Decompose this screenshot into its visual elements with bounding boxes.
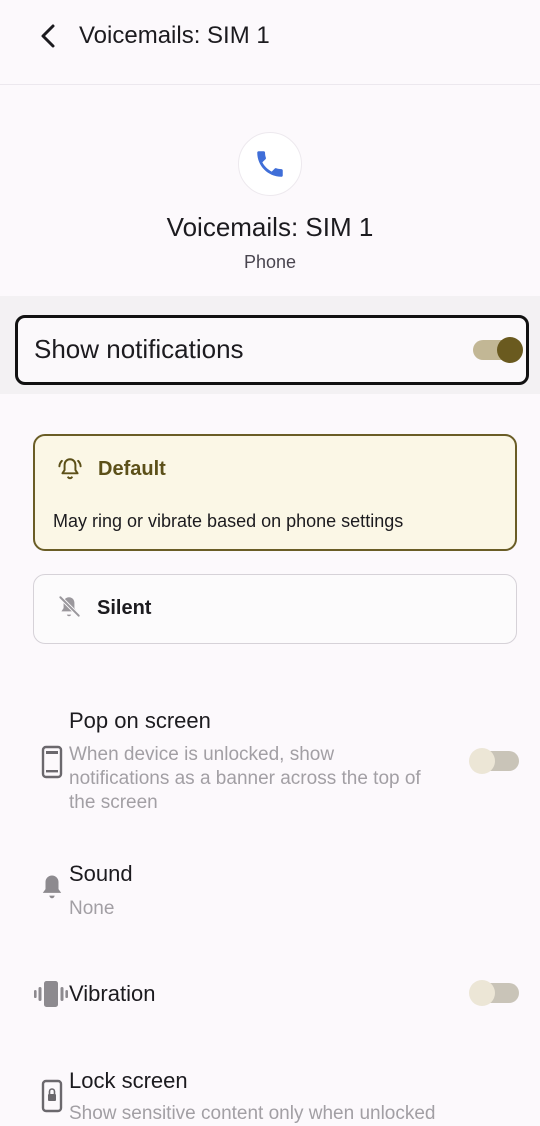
bell-off-icon xyxy=(58,595,81,618)
show-notifications-switch[interactable] xyxy=(473,337,523,363)
pop-on-screen-switch[interactable] xyxy=(469,748,519,774)
switch-thumb xyxy=(469,980,495,1006)
alert-mode-default[interactable]: Default May ring or vibrate based on pho… xyxy=(33,434,517,551)
top-app-bar: Voicemails: SIM 1 xyxy=(0,0,540,85)
switch-thumb xyxy=(469,748,495,774)
bell-icon xyxy=(42,875,62,899)
phone-banner-icon xyxy=(41,745,63,779)
back-button[interactable] xyxy=(34,20,66,52)
arrow-back-icon xyxy=(41,24,55,48)
alert-mode-default-description: May ring or vibrate based on phone setti… xyxy=(53,511,404,531)
pop-on-screen-description: When device is unlocked, show notificati… xyxy=(69,744,421,813)
vibration-title: Vibration xyxy=(69,981,156,1006)
app-name: Phone xyxy=(243,252,297,272)
alert-mode-silent[interactable]: Silent xyxy=(33,574,517,644)
lock-screen-icon xyxy=(41,1079,63,1113)
sound-value: None xyxy=(69,898,115,919)
vibration-switch[interactable] xyxy=(469,980,519,1006)
alert-mode-default-title: Default xyxy=(98,458,166,480)
show-notifications-label: Show notifications xyxy=(34,334,244,364)
sound-title: Sound xyxy=(69,861,133,886)
app-icon xyxy=(238,132,302,196)
phone-icon xyxy=(257,151,283,177)
lock-screen-description: Show sensitive content only when unlocke… xyxy=(69,1103,436,1124)
alert-mode-silent-title: Silent xyxy=(97,597,152,619)
page-title: Voicemails: SIM 1 xyxy=(79,22,270,49)
channel-name: Voicemails: SIM 1 xyxy=(166,212,374,242)
switch-thumb xyxy=(497,337,523,363)
pop-on-screen-title: Pop on screen xyxy=(69,708,211,733)
show-notifications-row[interactable]: Show notifications xyxy=(15,315,529,385)
lock-screen-title: Lock screen xyxy=(69,1068,188,1093)
vibration-icon xyxy=(34,981,68,1007)
bell-ringing-icon xyxy=(58,458,82,480)
